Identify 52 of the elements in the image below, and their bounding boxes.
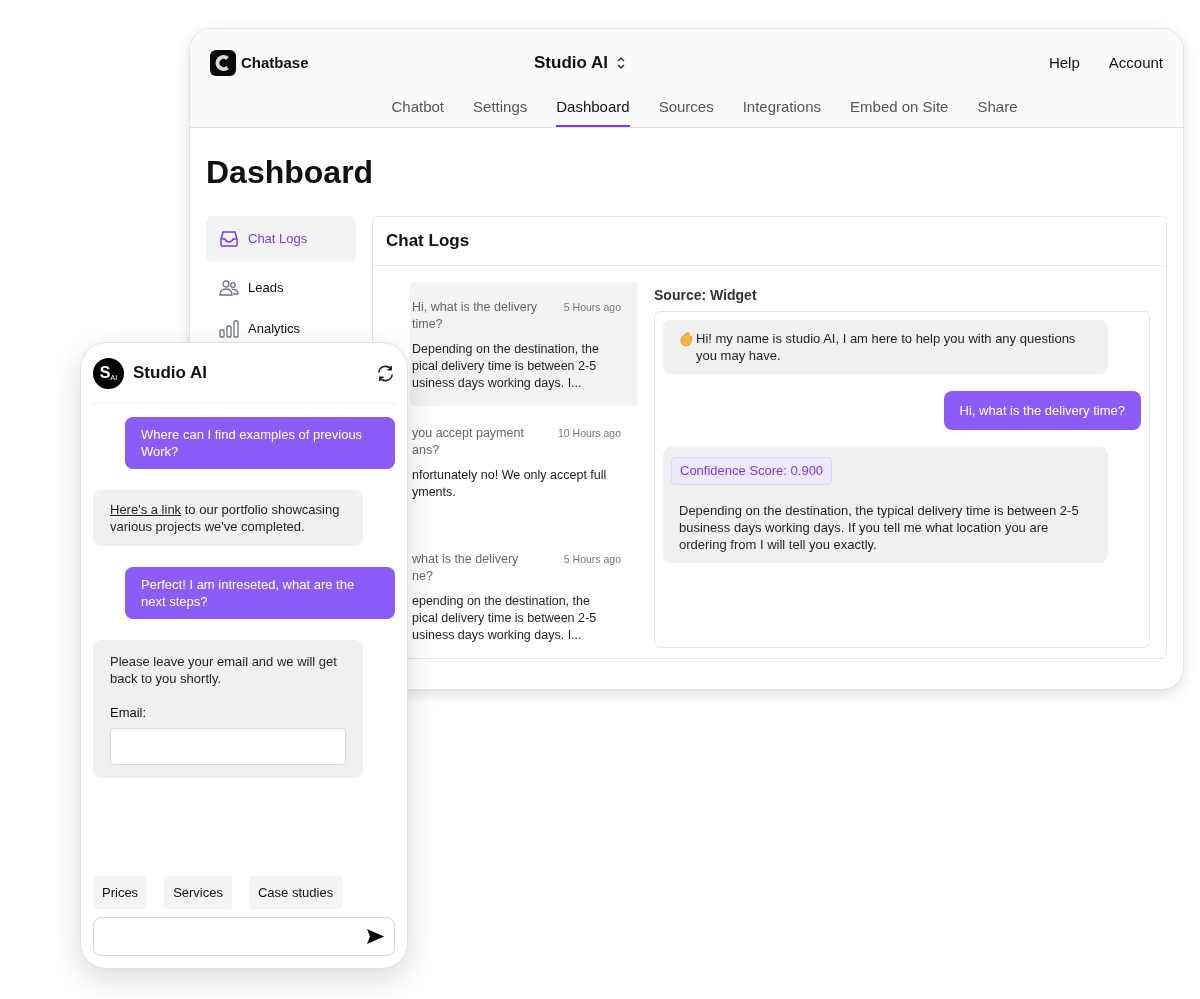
chat-log-question: you accept payment ans?	[412, 425, 524, 459]
chat-log-item[interactable]: Hi, what is the delivery time? 5 Hours ago Depending on the destination, the pical delivery time is between 2-5 usiness days working days. I...	[410, 282, 637, 406]
sidebar-item[interactable]: Chat Logs	[206, 216, 356, 262]
bot-message: Depending on the destination, the typical delivery time is between 2-5 business days working days. If you tell me what location you are ordering from I will tell you exactly.	[679, 501, 1080, 553]
bar-chart-icon	[219, 320, 239, 338]
chat-log-item[interactable]: what is the delivery ne? 5 Hours ago epending on the destination, the pical delivery time is between 2-5 usiness days working days. I...	[410, 534, 637, 658]
inbox-icon	[219, 230, 239, 248]
brand-name: Chatbase	[241, 52, 309, 73]
bot-message: Please leave your email and we will get back to you shortly.	[110, 653, 338, 687]
chat-log-answer: epending on the destination, the pical delivery time is between 2-5 usiness days working days. I...	[412, 593, 598, 644]
suggestion-chip[interactable]: Case studies	[249, 876, 343, 909]
portfolio-link[interactable]: Here's a link	[110, 502, 182, 517]
nav-tab[interactable]: Share	[977, 95, 1018, 127]
chat-log-answer: Depending on the destination, the pical delivery time is between 2-5 usiness days working days. I...	[412, 341, 600, 392]
confidence-score-badge: Confidence Score: 0.900	[671, 457, 833, 485]
widget-title: Studio AI	[133, 362, 207, 385]
chatbase-logo-icon	[210, 50, 236, 76]
email-field[interactable]	[110, 727, 346, 765]
chat-log-time: 5 Hours ago	[563, 300, 621, 315]
user-message: Where can I find examples of previous Work?	[125, 417, 395, 469]
chevron-up-down-icon	[615, 56, 626, 70]
chat-log-time: 5 Hours ago	[563, 552, 621, 567]
nav-tab[interactable]: Settings	[473, 95, 528, 127]
suggestion-chip[interactable]: Services	[164, 876, 232, 909]
source-label: Source: Widget	[654, 286, 758, 305]
page-title: Dashboard	[206, 153, 375, 192]
email-label: Email:	[110, 704, 148, 722]
nav-tab[interactable]: Embed on Site	[850, 95, 949, 127]
panel-title: Chat Logs	[386, 230, 470, 253]
refresh-icon[interactable]	[376, 363, 395, 383]
bot-message: Hi! my name is studio AI, I am here to help you with any questions you may have.	[696, 330, 1077, 364]
send-icon[interactable]	[366, 928, 385, 945]
chat-log-question: Hi, what is the delivery time?	[412, 299, 538, 333]
users-icon	[219, 279, 239, 297]
message-input[interactable]	[93, 917, 395, 956]
chat-log-item[interactable]: you accept payment ans? 10 Hours ago nfortunately no! We only accept full yments.	[410, 408, 637, 532]
chat-log-question: what is the delivery ne?	[412, 551, 519, 585]
chat-log-time: 10 Hours ago	[557, 426, 621, 441]
sidebar-item[interactable]: Analytics	[206, 314, 356, 344]
user-message: Perfect! I am intreseted, what are the next steps?	[125, 567, 395, 619]
header-link[interactable]: Help	[1048, 51, 1080, 75]
bot-selector[interactable]: Studio AI	[534, 50, 626, 76]
user-message: Hi, what is the delivery time?	[943, 391, 1141, 430]
bot-message: Here's a link to our portfolio showcasing various projects we've completed.	[110, 501, 341, 535]
nav-tab[interactable]: Dashboard	[556, 95, 630, 127]
sidebar-item[interactable]: Leads	[206, 273, 356, 303]
nav-tab[interactable]: Chatbot	[391, 95, 445, 127]
nav-tab[interactable]: Sources	[658, 95, 714, 127]
header-link[interactable]: Account	[1108, 51, 1163, 75]
nav-tab[interactable]: Integrations	[742, 95, 822, 127]
chat-log-answer: nfortunately no! We only accept full yments.	[412, 467, 608, 501]
suggestion-chip[interactable]: Prices	[93, 876, 148, 909]
